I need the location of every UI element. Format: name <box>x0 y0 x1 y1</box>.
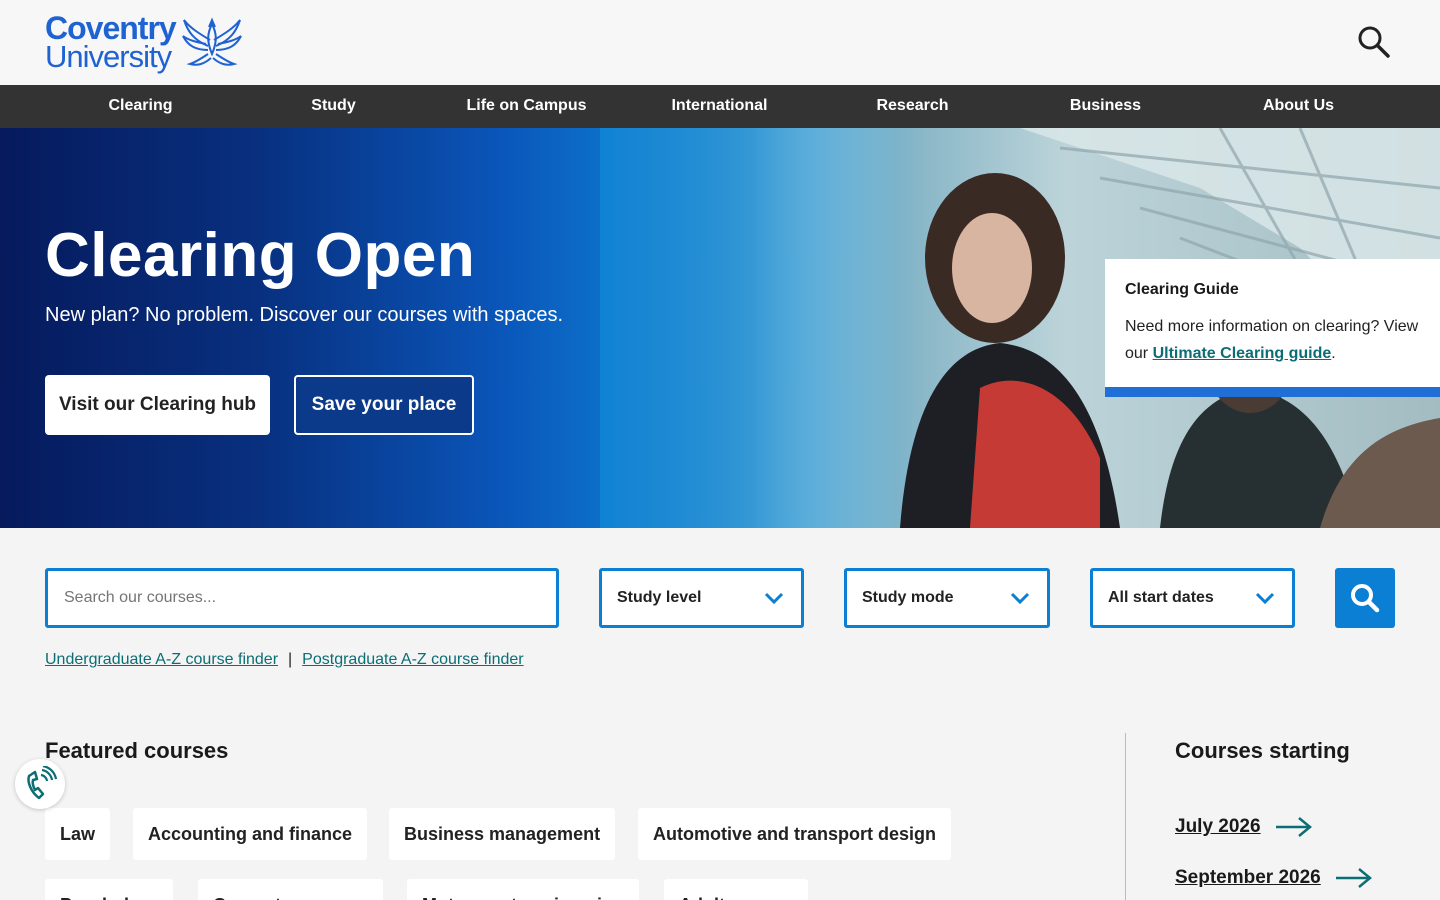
course-chip-adult-nursing[interactable]: Adult nursing <box>664 879 808 900</box>
course-chip-business[interactable]: Business management <box>389 808 616 860</box>
visit-clearing-hub-button[interactable]: Visit our Clearing hub <box>45 375 270 435</box>
arrow-right-icon <box>1335 868 1372 888</box>
phone-icon <box>27 766 57 800</box>
section-divider <box>1125 733 1126 900</box>
coventry-logo[interactable]: Coventry University <box>45 12 244 74</box>
study-level-select[interactable]: Study level <box>599 568 804 628</box>
nav-item-life-on-campus[interactable]: Life on Campus <box>430 85 623 128</box>
nav-item-about-us[interactable]: About Us <box>1202 85 1395 128</box>
hero-subtitle: New plan? No problem. Discover our cours… <box>45 304 563 326</box>
course-chip-law[interactable]: Law <box>45 808 111 860</box>
phoenix-icon <box>181 17 242 67</box>
site-header: Coventry University <box>0 0 1440 85</box>
main-nav: Clearing Study Life on Campus Internatio… <box>0 85 1440 128</box>
search-icon <box>1351 584 1380 613</box>
nav-item-clearing[interactable]: Clearing <box>44 85 237 128</box>
course-chip-automotive[interactable]: Automotive and transport design <box>638 808 952 860</box>
az-links: Undergraduate A-Z course finder | Postgrad… <box>45 651 524 668</box>
guide-text: Need more information on clearing? View … <box>1125 318 1419 362</box>
save-your-place-button[interactable]: Save your place <box>294 375 474 435</box>
nav-item-international[interactable]: International <box>623 85 816 128</box>
nav-item-research[interactable]: Research <box>816 85 1009 128</box>
course-chip-motorsport[interactable]: Motorsport engineering <box>407 879 639 900</box>
arrow-right-icon <box>1275 817 1312 837</box>
ultimate-clearing-guide-link[interactable]: Ultimate Clearing guide <box>1153 345 1332 362</box>
postgraduate-az-link[interactable]: Postgraduate A-Z course finder <box>302 651 523 668</box>
courses-starting-title: Courses starting <box>1175 738 1350 763</box>
start-date-link-september[interactable]: September 2026 <box>1175 867 1373 889</box>
course-search-input[interactable] <box>45 568 559 628</box>
course-chip-computer-science[interactable]: Computer science <box>198 879 383 900</box>
search-icon[interactable] <box>1356 24 1392 60</box>
chevron-down-icon <box>764 592 784 605</box>
start-date-link-july[interactable]: July 2026 <box>1175 816 1313 838</box>
featured-courses-title: Featured courses <box>45 738 229 763</box>
chevron-down-icon <box>1010 592 1030 605</box>
course-search-button[interactable] <box>1335 568 1395 628</box>
course-chip-psychology[interactable]: Psychology <box>45 879 173 900</box>
nav-item-study[interactable]: Study <box>237 85 430 128</box>
undergraduate-az-link[interactable]: Undergraduate A-Z course finder <box>45 651 278 668</box>
call-us-button[interactable] <box>15 759 65 809</box>
logo-line2: University <box>45 38 172 74</box>
clearing-guide-card: Clearing Guide Need more information on … <box>1105 259 1440 397</box>
hero-title: Clearing Open <box>45 221 476 290</box>
nav-item-business[interactable]: Business <box>1009 85 1202 128</box>
study-mode-select[interactable]: Study mode <box>844 568 1050 628</box>
course-chip-accounting[interactable]: Accounting and finance <box>133 808 368 860</box>
start-dates-select[interactable]: All start dates <box>1090 568 1295 628</box>
hero-banner: Clearing Open New plan? No problem. Disc… <box>0 128 1440 528</box>
guide-title: Clearing Guide <box>1125 281 1239 298</box>
chevron-down-icon <box>1255 592 1275 605</box>
